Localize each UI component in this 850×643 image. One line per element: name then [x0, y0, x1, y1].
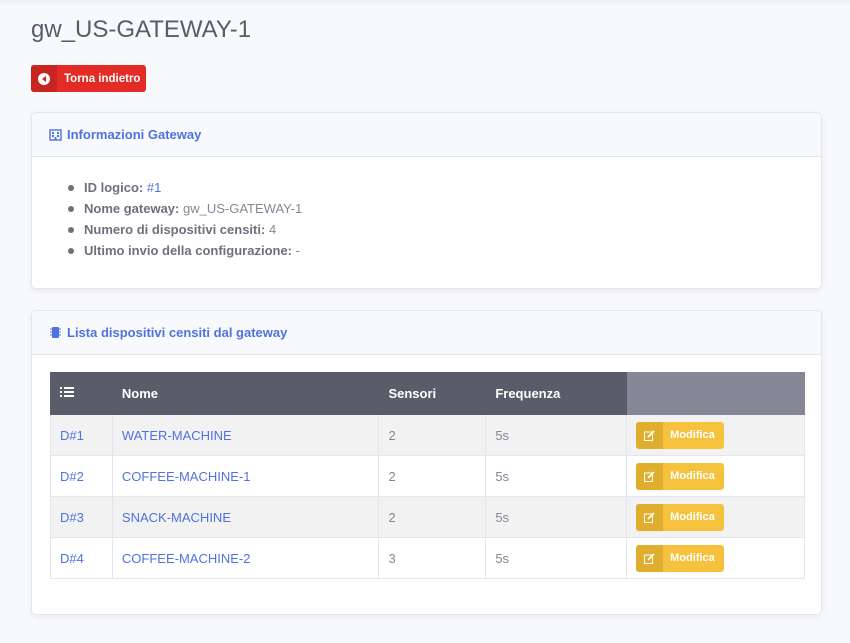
gateway-info-header: Informazioni Gateway — [32, 113, 821, 157]
back-button-label: Torna indietro — [64, 72, 141, 85]
device-id-link[interactable]: D#1 — [60, 428, 84, 443]
list-icon — [50, 372, 113, 415]
devices-header: Lista dispositivi censiti dal gateway — [32, 311, 821, 355]
device-sensors: 3 — [378, 537, 487, 579]
device-name-link[interactable]: SNACK-MACHINE — [122, 510, 231, 525]
col-header-sensori[interactable]: Sensori — [378, 372, 487, 415]
device-frequency: 5s — [485, 414, 628, 456]
device-sensors: 2 — [378, 455, 487, 497]
gateway-info-title: Informazioni Gateway — [67, 127, 202, 142]
back-button[interactable]: Torna indietro — [31, 65, 146, 92]
device-sensors: 2 — [378, 496, 487, 538]
microchip-icon — [49, 326, 62, 339]
gateway-info-list: ID logico: #1 Nome gateway: gw_US-GATEWA… — [32, 157, 821, 261]
info-item-device-count: Numero di dispositivi censiti: 4 — [68, 219, 821, 240]
devices-title: Lista dispositivi censiti dal gateway — [67, 325, 288, 340]
building-icon — [49, 128, 62, 141]
device-frequency: 5s — [485, 455, 628, 497]
device-frequency: 5s — [485, 537, 628, 579]
gateway-id-link[interactable]: #1 — [147, 180, 161, 195]
col-header-nome[interactable]: Nome — [111, 372, 380, 415]
info-item-id: ID logico: #1 — [68, 177, 821, 198]
edit-button[interactable]: Modifica — [636, 421, 725, 449]
devices-table: Nome Sensori Frequenza D#1 WATER-MACHINE… — [50, 372, 805, 579]
edit-button[interactable]: Modifica — [636, 462, 725, 490]
col-header-actions — [626, 372, 805, 415]
device-id-link[interactable]: D#4 — [60, 551, 84, 566]
info-item-last-config: Ultimo invio della configurazione: - — [68, 240, 821, 261]
edit-icon — [636, 544, 664, 572]
edit-button[interactable]: Modifica — [636, 503, 725, 531]
device-name-link[interactable]: WATER-MACHINE — [122, 428, 232, 443]
edit-button[interactable]: Modifica — [636, 544, 725, 572]
table-header-row: Nome Sensori Frequenza — [50, 372, 805, 415]
device-frequency: 5s — [485, 496, 628, 538]
table-row: D#4 COFFEE-MACHINE-2 3 5s Modifica — [50, 537, 805, 579]
arrow-circle-left-icon — [31, 65, 57, 92]
top-shadow — [0, 0, 850, 6]
device-id-link[interactable]: D#2 — [60, 469, 84, 484]
device-name-link[interactable]: COFFEE-MACHINE-1 — [122, 469, 251, 484]
edit-icon — [636, 462, 664, 490]
edit-icon — [636, 503, 664, 531]
gateway-info-card: Informazioni Gateway ID logico: #1 Nome … — [31, 112, 822, 289]
device-name-link[interactable]: COFFEE-MACHINE-2 — [122, 551, 251, 566]
devices-card: Lista dispositivi censiti dal gateway No… — [31, 310, 822, 615]
edit-icon — [636, 421, 664, 449]
info-item-name: Nome gateway: gw_US-GATEWAY-1 — [68, 198, 821, 219]
table-row: D#2 COFFEE-MACHINE-1 2 5s Modifica — [50, 455, 805, 497]
table-row: D#3 SNACK-MACHINE 2 5s Modifica — [50, 496, 805, 538]
device-id-link[interactable]: D#3 — [60, 510, 84, 525]
col-header-frequenza[interactable]: Frequenza — [485, 372, 628, 415]
page-title: gw_US-GATEWAY-1 — [31, 16, 252, 43]
table-row: D#1 WATER-MACHINE 2 5s Modifica — [50, 414, 805, 456]
device-sensors: 2 — [378, 414, 487, 456]
